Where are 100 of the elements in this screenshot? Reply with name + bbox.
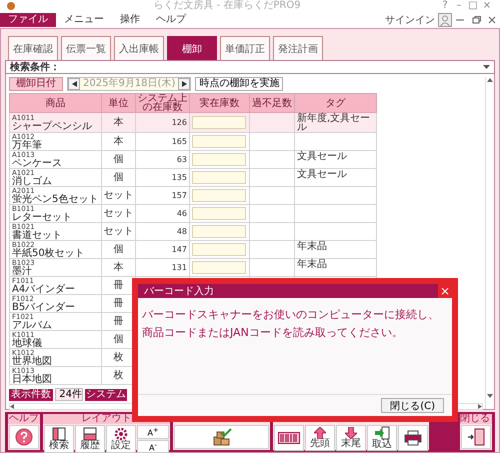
stock-input-field[interactable]	[192, 135, 246, 148]
table-cell: 年末品	[294, 258, 376, 276]
toolbar-button[interactable]: 検索	[44, 425, 74, 453]
tab[interactable]: 単価訂正	[220, 36, 270, 60]
count-label: 表示件数	[9, 388, 53, 400]
stock-input-field[interactable]	[192, 261, 246, 274]
table-cell: 個	[102, 240, 136, 258]
dropdown-icon	[483, 64, 490, 70]
window-control[interactable]: □	[466, 0, 480, 12]
down-arrow-icon	[345, 427, 357, 439]
scroll-up-icon	[486, 77, 494, 83]
window-control[interactable]: –	[452, 0, 466, 12]
vertical-scrollbar[interactable]	[485, 77, 494, 409]
scroll-left-icon	[10, 404, 14, 409]
table-cell: 131	[136, 258, 190, 276]
table-cell: 135	[136, 168, 190, 186]
stock-input-field[interactable]	[192, 243, 246, 256]
barcode-icon	[278, 432, 300, 444]
stock-input-field[interactable]	[192, 153, 246, 166]
system-stock-label: システム	[85, 388, 127, 400]
toolbar-button[interactable]: 取込	[367, 425, 397, 451]
dialog-title: バーコード入力	[144, 284, 214, 298]
table-cell: セット	[102, 186, 136, 204]
table-cell: 本	[102, 132, 136, 150]
toolbar-button[interactable]: 設定	[106, 425, 136, 453]
table-cell: 48	[136, 222, 190, 240]
product-name: 半紙50枚セット	[12, 249, 86, 258]
toolbar-button[interactable]	[461, 425, 491, 449]
menu-item[interactable]: ファイル	[0, 13, 56, 27]
up-arrow-icon	[314, 427, 326, 439]
table-cell: 本	[102, 112, 136, 132]
stock-input-field[interactable]	[192, 116, 246, 129]
scroll-down-icon	[486, 393, 494, 399]
product-name: シャープペンシル	[12, 122, 93, 131]
split-layout-icon	[52, 427, 66, 442]
door-exit-icon	[467, 428, 485, 446]
column-header: システム上の在庫数	[136, 94, 190, 112]
dialog-message: 商品コードまたはJANコードを読み取ってください。	[142, 325, 404, 341]
product-name: 書道セット	[12, 231, 63, 240]
close-button[interactable]: 閉じる(C)	[381, 398, 444, 413]
toolbar-button[interactable]: 末尾	[336, 425, 366, 451]
search-bar[interactable]: 検索条件：	[5, 60, 495, 74]
menu-item[interactable]: 操作	[112, 13, 148, 27]
table-cell: 文具セール	[294, 168, 376, 186]
font-smaller-button[interactable]: A$^{-}$	[137, 440, 169, 453]
tab[interactable]: 入出庫帳	[114, 36, 164, 60]
column-header: タグ	[294, 94, 376, 112]
table-cell: 126	[136, 112, 190, 132]
table-cell: 個	[102, 168, 136, 186]
tab[interactable]: 発注計画	[273, 36, 323, 60]
column-header: 過不足数	[250, 94, 294, 112]
window-control[interactable]: ?	[438, 0, 452, 12]
toolbar-button[interactable]: 先頭	[305, 425, 335, 451]
stock-input-field[interactable]	[192, 207, 246, 220]
help-icon	[15, 428, 33, 446]
search-label: 検索条件：	[10, 60, 60, 74]
gear-icon	[114, 427, 128, 442]
tab[interactable]: 在庫確認	[8, 36, 58, 60]
toolbar-button[interactable]	[274, 425, 304, 451]
menu-item[interactable]: ヘルプ	[148, 13, 194, 27]
product-name: B5バインダー	[12, 303, 76, 312]
table-cell: セット	[102, 204, 136, 222]
stock-input-field[interactable]	[192, 171, 246, 184]
product-name: 地球儀	[12, 339, 43, 348]
menu-item[interactable]: メニュー	[56, 13, 112, 27]
product-name: A4バインダー	[12, 285, 76, 294]
table-cell: 年末品	[294, 240, 376, 258]
toolbar-button[interactable]	[9, 425, 39, 449]
close-button[interactable]: ×	[438, 284, 452, 298]
toolbar-button[interactable]: 履歴	[75, 425, 105, 453]
count-field: 24件	[55, 388, 83, 401]
table-cell: 46	[136, 204, 190, 222]
tab[interactable]: 伝票一覧	[61, 36, 111, 60]
window-control[interactable]: ×	[480, 0, 494, 12]
product-name: 消しゴム	[12, 177, 53, 186]
product-name: 墨汁	[12, 267, 33, 276]
table-cell: 63	[136, 150, 190, 168]
column-header: 単位	[102, 94, 136, 112]
toolbar-button[interactable]	[174, 425, 269, 449]
split-layout-icon	[83, 427, 97, 442]
table-cell: 本	[102, 258, 136, 276]
sign-in-link[interactable]: サインイン	[385, 13, 435, 27]
product-name: アルバム	[12, 321, 53, 330]
table-cell: 157	[136, 186, 190, 204]
boxes-check-icon	[210, 428, 232, 446]
run-stocktake-button[interactable]: 時点の棚卸を実施	[195, 77, 284, 91]
dialog-message: バーコードスキャナーをお使いのコンピューターに接続し、	[142, 307, 440, 323]
toolbar-button[interactable]	[398, 425, 428, 451]
column-header: 商品	[10, 94, 102, 112]
stock-input-field[interactable]	[192, 189, 246, 202]
tab[interactable]: 棚卸	[167, 36, 217, 60]
scroll-right-icon	[478, 404, 482, 409]
column-header: 実在庫数	[190, 94, 250, 112]
font-larger-button[interactable]: A$^{+}$	[137, 425, 169, 439]
date-label: 棚卸日付	[9, 77, 63, 91]
table-cell: セット	[102, 222, 136, 240]
product-name: 日本地図	[12, 375, 53, 384]
stock-input-field[interactable]	[192, 225, 246, 238]
printer-icon	[404, 430, 422, 446]
product-name: レターセット	[12, 213, 73, 222]
